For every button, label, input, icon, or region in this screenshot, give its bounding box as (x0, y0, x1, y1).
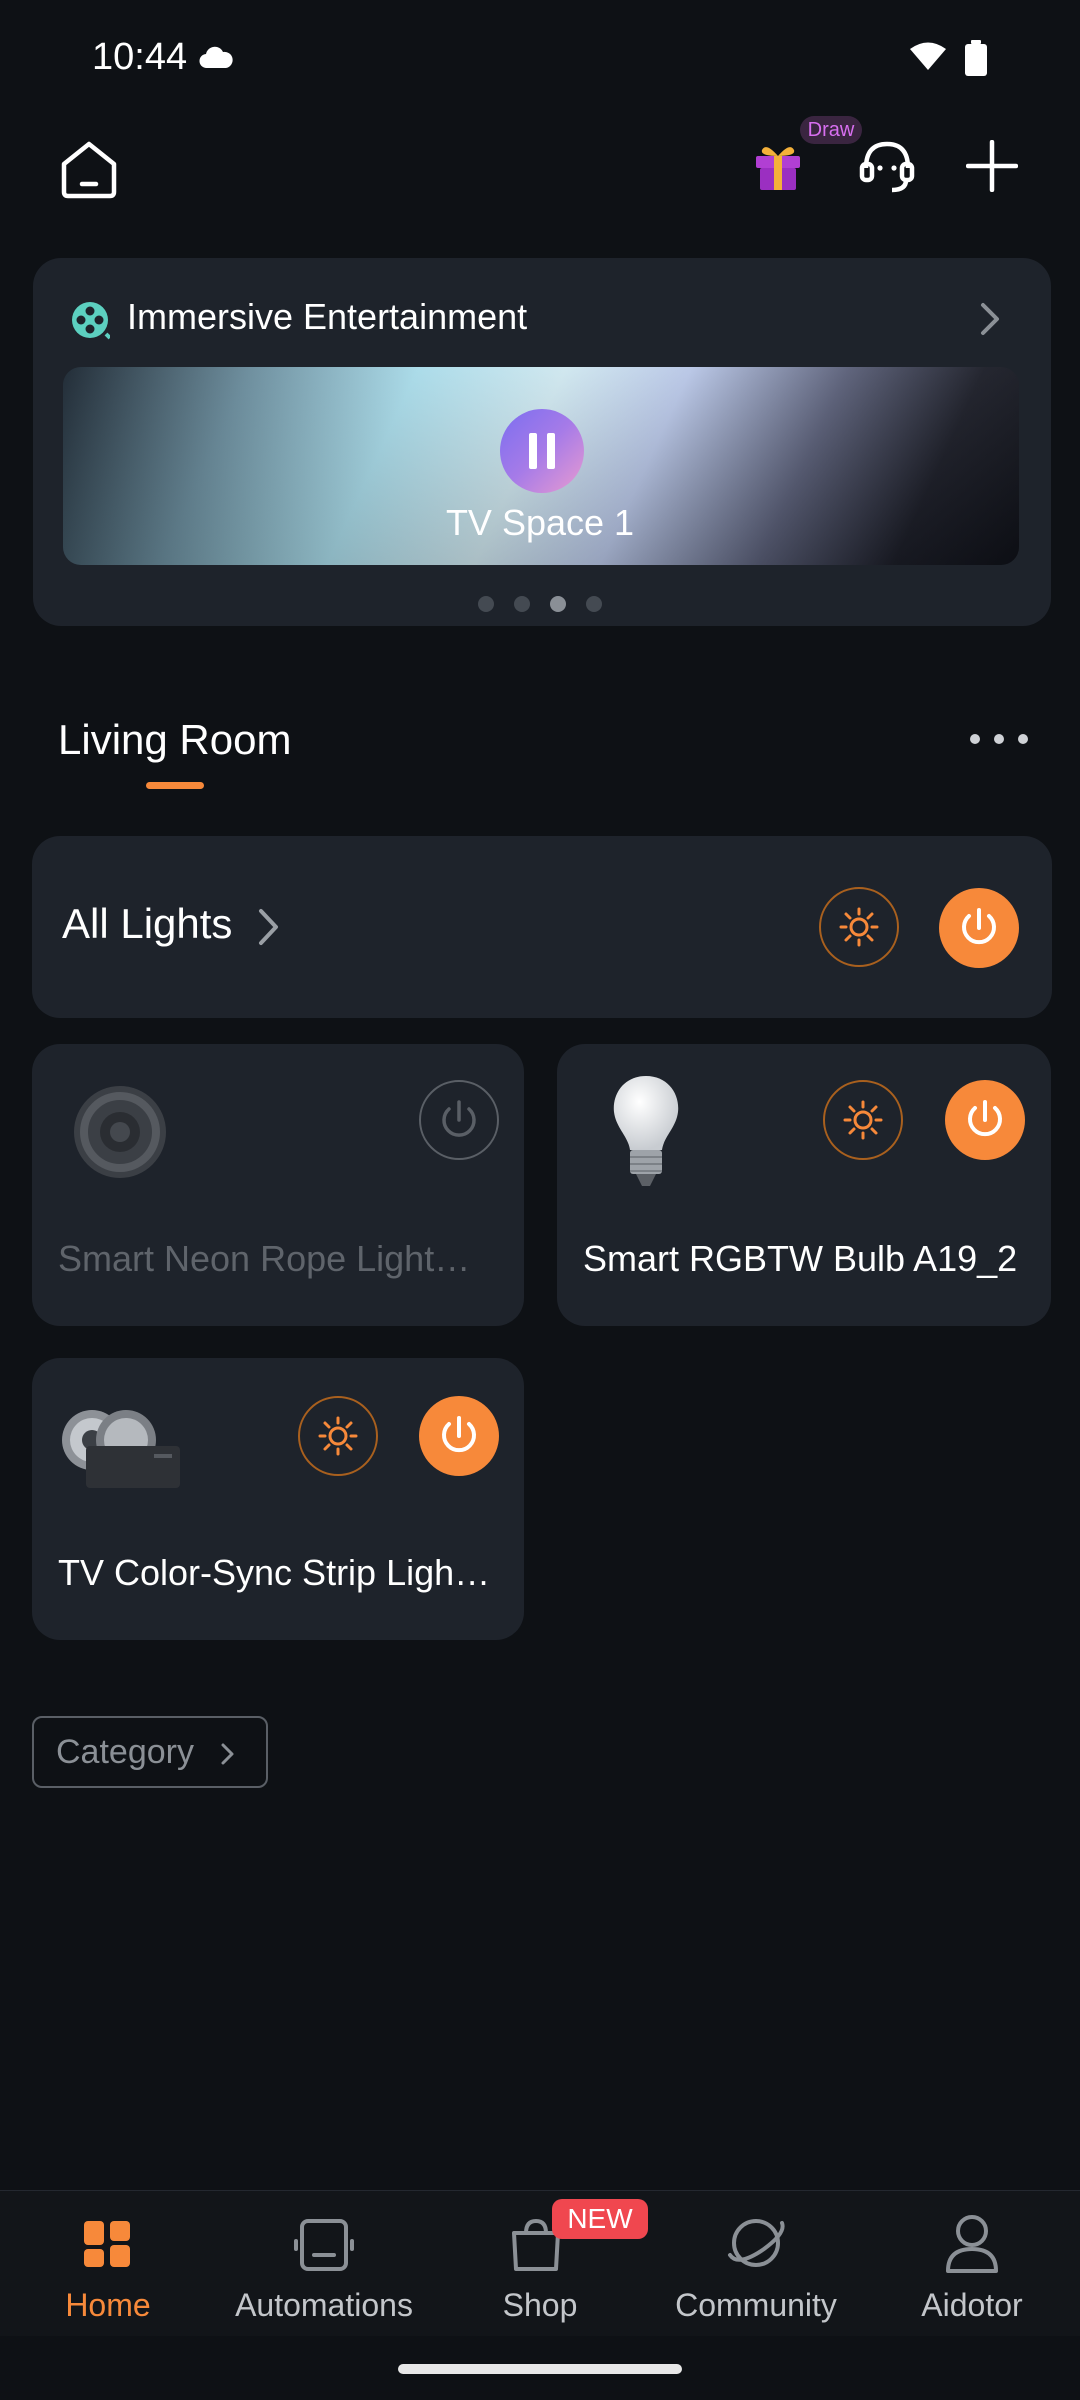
film-reel-icon (70, 300, 112, 345)
home-icon[interactable] (58, 140, 120, 205)
nav-label: Home (65, 2287, 151, 2323)
nav-aidotor[interactable]: Aidotor (864, 2191, 1080, 2337)
pause-button[interactable] (500, 409, 584, 493)
wifi-icon (908, 40, 948, 77)
sun-icon (318, 1416, 358, 1456)
sun-icon (843, 1100, 883, 1140)
power-icon (442, 1416, 476, 1453)
chevron-right-icon[interactable] (978, 302, 1002, 341)
power-button[interactable] (419, 1080, 499, 1160)
rope-light-icon (70, 1082, 170, 1187)
device-name: TV Color-Sync Strip Ligh… (58, 1552, 491, 1593)
brightness-button[interactable] (823, 1080, 903, 1160)
device-name: Smart RGBTW Bulb A19_2 (583, 1238, 1018, 1279)
nav-automations[interactable]: Automations (216, 2191, 432, 2337)
scene-name: TV Space 1 (445, 502, 635, 543)
brightness-button[interactable] (819, 887, 899, 967)
nav-label: Automations (235, 2287, 413, 2323)
carousel-dot-active (550, 596, 566, 612)
nav-home[interactable]: Home (0, 2191, 216, 2337)
chevron-right-icon[interactable] (256, 908, 280, 951)
nav-label: Shop (502, 2287, 578, 2323)
category-label: Category (56, 1733, 194, 1771)
add-icon[interactable] (965, 139, 1019, 197)
sun-icon (839, 907, 879, 947)
tab-indicator (146, 782, 204, 789)
carousel-dot (586, 596, 602, 612)
power-button[interactable] (945, 1080, 1025, 1160)
profile-icon (946, 2215, 998, 2273)
gesture-bar[interactable] (398, 2364, 682, 2374)
home-grid-icon (84, 2221, 130, 2267)
nav-shop[interactable]: NEW Shop (432, 2191, 648, 2337)
status-time: 10:44 (92, 36, 188, 78)
all-lights-label[interactable]: All Lights (62, 900, 232, 948)
power-button[interactable] (939, 888, 1019, 968)
more-options-icon[interactable] (970, 734, 1028, 744)
planet-icon (728, 2219, 785, 2267)
power-icon (962, 908, 996, 945)
chevron-right-icon (221, 1743, 234, 1765)
light-bulb-icon (608, 1074, 684, 1197)
carousel-dot (514, 596, 530, 612)
power-icon (968, 1100, 1002, 1137)
strip-light-kit-icon (62, 1400, 182, 1497)
category-button[interactable]: Category (32, 1716, 268, 1788)
nav-label: Community (675, 2287, 837, 2323)
nav-label: Aidotor (921, 2287, 1023, 2323)
automation-icon (294, 2219, 354, 2271)
draw-badge: Draw (800, 116, 862, 144)
immersive-title: Immersive Entertainment (127, 296, 528, 337)
bottom-nav: Home Automations NEW Shop Community Aido… (0, 2190, 1080, 2336)
carousel-dot (478, 596, 494, 612)
gift-icon[interactable] (752, 140, 804, 197)
device-name: Smart Neon Rope Light… (58, 1238, 471, 1279)
room-tab-living-room[interactable]: Living Room (58, 716, 291, 764)
cloud-icon (198, 46, 234, 75)
carousel-dots (478, 596, 602, 612)
new-badge: NEW (552, 2199, 648, 2239)
power-icon (442, 1100, 476, 1137)
battery-icon (964, 40, 988, 81)
headset-icon[interactable] (858, 136, 916, 201)
power-button[interactable] (419, 1396, 499, 1476)
brightness-button[interactable] (298, 1396, 378, 1476)
nav-community[interactable]: Community (648, 2191, 864, 2337)
